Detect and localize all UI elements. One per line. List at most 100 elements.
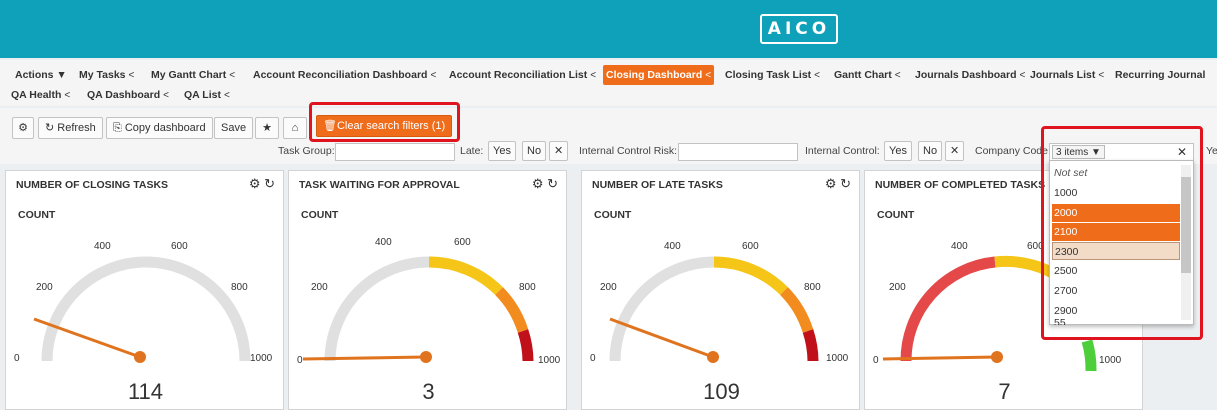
gauge-needle — [302, 355, 427, 361]
share-icon: < — [814, 70, 820, 81]
gauge-label-800: 800 — [804, 282, 821, 293]
nav-item-label: My Tasks — [79, 69, 126, 81]
nav-item-closing-task-list[interactable]: Closing Task List < — [722, 65, 823, 85]
gauge-label-400: 400 — [664, 241, 681, 252]
gauge-arc-green — [1081, 339, 1097, 372]
gauge-label-800: 800 — [231, 282, 248, 293]
nav-item-qa-list[interactable]: QA List < — [181, 85, 233, 105]
save-button[interactable]: Save — [214, 117, 254, 139]
task-group-input[interactable] — [335, 143, 455, 161]
nav-item-journals-list[interactable]: Journals List < — [1027, 65, 1107, 85]
nav-item-my-tasks[interactable]: My Tasks < — [76, 65, 137, 85]
gauge-arc-gray — [324, 256, 430, 362]
gauge-chart: 0 200 400 600 800 1000 — [14, 241, 273, 364]
internal-control-risk-input[interactable] — [678, 143, 798, 161]
star-icon: ★ — [262, 122, 272, 134]
gauge-label-0: 0 — [590, 353, 596, 364]
share-icon: < — [223, 90, 230, 101]
share-icon: < — [590, 70, 597, 81]
trailing-label: Ye — [1206, 145, 1217, 157]
ic-clear-button[interactable]: ✕ — [945, 141, 965, 161]
favorite-button[interactable]: ★ — [255, 117, 279, 139]
gauge-label-800: 800 — [519, 282, 536, 293]
gauge-hub — [134, 351, 146, 363]
settings-gear-button[interactable]: ⚙ — [12, 117, 34, 139]
share-icon: < — [64, 90, 71, 101]
gauge-chart: 0 200 400 600 800 1000 — [590, 241, 849, 364]
nav-item-label: Journals Dashboard — [915, 69, 1017, 81]
widget-value: 3 — [422, 379, 435, 404]
gauge-hub — [991, 351, 1003, 363]
nav-item-recurring-journal[interactable]: Recurring Journal — [1112, 65, 1208, 85]
top-bar: AICO — [0, 0, 1217, 58]
clear-search-filters-button[interactable]: 🗑Clear search filters (1) — [316, 115, 453, 137]
widget-value: 109 — [703, 379, 740, 404]
actions-menu[interactable]: Actions ▼ — [12, 65, 70, 85]
widget-closing-tasks: NUMBER OF CLOSING TASKS ⚙ ↻ COUNT 0 200 … — [5, 170, 284, 410]
gauge-needle — [882, 355, 998, 361]
widget-late-tasks: NUMBER OF LATE TASKS ⚙ ↻ COUNT 0 200 400… — [581, 170, 860, 410]
widget-value: 114 — [127, 379, 164, 404]
nav-item-qa-dashboard[interactable]: QA Dashboard < — [84, 85, 172, 105]
gauge-label-1000: 1000 — [250, 353, 273, 364]
nav-item-gantt-chart[interactable]: Gantt Chart < — [831, 65, 904, 85]
share-icon: < — [894, 70, 901, 81]
nav-item-label: QA Health — [11, 89, 62, 101]
share-icon: < — [1019, 70, 1026, 81]
gauge-arc-red — [517, 329, 534, 362]
gauge-chart: 0 200 400 600 800 1000 — [297, 237, 561, 366]
nav-item-label: Account Reconciliation List — [449, 69, 588, 81]
nav-item-closing-dashboard[interactable]: Closing Dashboard < — [603, 65, 715, 85]
nav-item-qa-health[interactable]: QA Health < — [8, 85, 73, 105]
share-icon: < — [1098, 70, 1105, 81]
nav-item-label: Recurring Journal — [1115, 69, 1206, 81]
gauge-label-0: 0 — [873, 355, 879, 366]
gauge-label-200: 200 — [889, 282, 906, 293]
nav-item-journals-dashboard[interactable]: Journals Dashboard < — [912, 65, 1028, 85]
widget-waiting-for-approval: TASK WAITING FOR APPROVAL ⚙ ↻ COUNT 0 20… — [288, 170, 567, 410]
copy-dashboard-button[interactable]: ⎘ Copy dashboard — [106, 117, 213, 139]
gauge-label-0: 0 — [14, 353, 20, 364]
refresh-label: Refresh — [57, 122, 96, 134]
nav-item-label: My Gantt Chart — [151, 69, 227, 81]
ic-yes-button[interactable]: Yes — [884, 141, 912, 161]
highlight-box — [1041, 126, 1203, 340]
gauge-hub — [420, 351, 432, 363]
nav-item-account-reconciliation-dashboard[interactable]: Account Reconciliation Dashboard < — [250, 65, 439, 85]
gauge-arc-orange — [779, 287, 814, 333]
gauge-label-400: 400 — [375, 237, 392, 248]
gauge-label-1000: 1000 — [538, 355, 561, 366]
home-button[interactable]: ⌂ — [283, 117, 307, 139]
gauge-label-600: 600 — [742, 241, 759, 252]
share-icon: < — [128, 70, 135, 81]
close-icon: ✕ — [554, 145, 564, 157]
gauge-label-200: 200 — [311, 282, 328, 293]
late-no-button[interactable]: No — [522, 141, 547, 161]
trash-icon: 🗑 — [323, 120, 337, 132]
share-icon: < — [430, 70, 437, 81]
toolbar: ⚙ ↻ Refresh ⎘ Copy dashboard Save ★ ⌂ 🗑C… — [0, 102, 1217, 164]
late-yes-button[interactable]: Yes — [488, 141, 516, 161]
share-icon: < — [705, 70, 712, 81]
refresh-icon: ↻ — [45, 122, 58, 134]
refresh-button[interactable]: ↻ Refresh — [38, 117, 103, 139]
gauge-label-1000: 1000 — [1099, 355, 1122, 366]
nav-row: Actions ▼ My Tasks < My Gantt Chart < Acco… — [0, 60, 1217, 106]
ic-no-button[interactable]: No — [918, 141, 943, 161]
late-clear-button[interactable]: ✕ — [549, 141, 569, 161]
gauge-arc-gray — [41, 256, 251, 362]
gauge-arc-gray — [609, 256, 715, 362]
gauge-arc-yellow — [428, 256, 503, 295]
gauge-arc-red — [900, 256, 996, 362]
task-group-label: Task Group: — [278, 145, 335, 157]
nav-item-account-reconciliation-list[interactable]: Account Reconciliation List < — [446, 65, 599, 85]
gauge-label-0: 0 — [297, 355, 303, 366]
late-label: Late: — [460, 145, 484, 157]
copy-label: Copy dashboard — [124, 122, 206, 134]
gauge-label-600: 600 — [171, 241, 188, 252]
gauge-label-400: 400 — [951, 241, 968, 252]
gauge-needle — [609, 317, 714, 359]
nav-item-my-gantt-chart[interactable]: My Gantt Chart < — [148, 65, 238, 85]
copy-icon: ⎘ — [113, 122, 125, 134]
company-code-label: Company Code: — [975, 145, 1051, 157]
